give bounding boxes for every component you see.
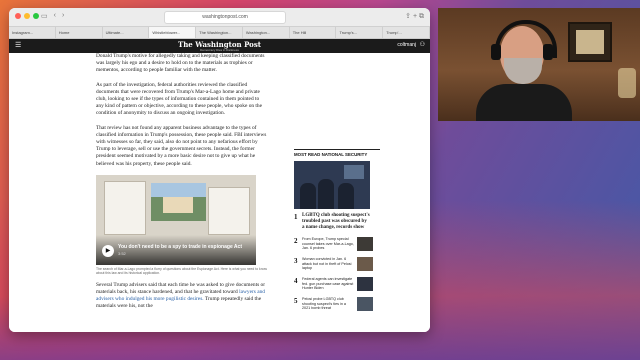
story-thumbnail[interactable]	[357, 237, 373, 251]
browser-tab[interactable]: The Hill	[290, 27, 337, 38]
story-rank: 2	[294, 237, 298, 245]
address-bar[interactable]: washingtonpost.com	[164, 11, 286, 24]
story-headline[interactable]: Federal agents can investigate fed. gun …	[302, 277, 354, 291]
nav-controls: ▭ ‹ ›	[41, 12, 64, 20]
sidebar-story[interactable]: 3 Woman convicted in Jan. 6 attack but n…	[294, 257, 380, 271]
story-headline[interactable]: Pelosi probe LGBTQ club shooting suspect…	[302, 297, 354, 311]
tab-bar: Instagram... Home Ultimate... Whistleblo…	[9, 27, 430, 39]
share-icon[interactable]: ⇪	[405, 13, 411, 20]
story-rank: 4	[294, 277, 298, 285]
forward-icon[interactable]: ›	[62, 12, 64, 20]
article-paragraph: As part of the investigation, federal au…	[96, 81, 263, 117]
presenter-beard	[504, 58, 542, 84]
video-title: You don't need to be a spy to trade in e…	[118, 243, 242, 250]
minimize-window-button[interactable]	[24, 13, 30, 19]
sidebar-heading: MOST READ NATIONAL SECURITY	[294, 149, 380, 157]
sidebar-hero-image[interactable]	[294, 161, 370, 209]
browser-tab[interactable]: Trump'...	[383, 27, 430, 38]
story-rank: 3	[294, 257, 298, 265]
sidebar-story[interactable]: 1 LGBTQ club shooting suspect's troubled…	[294, 213, 380, 231]
wall-picture	[568, 22, 612, 62]
story-headline[interactable]: From Europe, Trump special counsel takes…	[302, 237, 354, 251]
new-tab-icon[interactable]: +	[413, 13, 417, 20]
browser-tab[interactable]: Trump's...	[336, 27, 384, 38]
browser-tab[interactable]: The Washington...	[196, 27, 243, 38]
browser-tab[interactable]: Instagram...	[9, 27, 56, 38]
webcam-overlay	[438, 8, 640, 121]
headset-earcup	[491, 44, 501, 60]
browser-tab[interactable]: Washington...	[243, 27, 290, 38]
mar-a-lago-photo	[151, 182, 206, 221]
article-paragraph: Several Trump advisers said that each ti…	[96, 282, 268, 311]
lamp	[618, 68, 636, 98]
browser-tab[interactable]: Home	[56, 27, 103, 38]
browser-tab-active[interactable]: Whistleblower...	[149, 27, 197, 38]
close-window-button[interactable]	[15, 13, 21, 19]
back-icon[interactable]: ‹	[54, 12, 56, 20]
story-headline[interactable]: LGBTQ club shooting suspect's troubled p…	[302, 213, 370, 231]
sidebar-story[interactable]: 4 Federal agents can investigate fed. gu…	[294, 277, 380, 291]
video-player[interactable]: ▶ You don't need to be a spy to trade in…	[96, 174, 256, 265]
story-headline[interactable]: Woman convicted in Jan. 6 attack but not…	[302, 257, 354, 271]
video-caption: The search of Mar-a-Lago prompted a flur…	[96, 266, 267, 276]
site-header: ☰ The Washington Post Democracy Dies in …	[9, 39, 430, 53]
article-paragraph: That review has not found any apparent b…	[96, 124, 267, 167]
story-thumbnail[interactable]	[357, 277, 373, 291]
video-duration: 3:52	[118, 250, 126, 256]
sidebar-toggle-icon[interactable]: ▭	[41, 12, 48, 20]
presenter-body	[476, 84, 572, 121]
article-body: Donald Trump's motive for allegedly taki…	[96, 53, 268, 317]
toolbar-right: ⇪ + ⧉	[405, 12, 424, 21]
story-thumbnail[interactable]	[357, 257, 373, 271]
play-icon[interactable]: ▶	[102, 244, 114, 257]
sidebar-story[interactable]: 5 Pelosi probe LGBTQ club shooting suspe…	[294, 297, 380, 311]
article-paragraph: Donald Trump's motive for allegedly taki…	[96, 53, 265, 74]
site-tagline: Democracy Dies in Darkness	[200, 48, 239, 52]
zoom-window-button[interactable]	[33, 13, 39, 19]
tab-overview-icon[interactable]: ⧉	[419, 13, 424, 20]
story-thumbnail[interactable]	[357, 297, 373, 311]
sidebar-story[interactable]: 2 From Europe, Trump special counsel tak…	[294, 237, 380, 251]
account-icon[interactable]: ⚇	[420, 41, 425, 48]
story-rank: 5	[294, 297, 298, 305]
window-controls	[15, 13, 39, 19]
account-name[interactable]: coltmanj	[397, 42, 416, 48]
document-image	[104, 180, 146, 235]
most-read-sidebar: MOST READ NATIONAL SECURITY 1 LGBTQ club…	[294, 149, 380, 317]
browser-window: ▭ ‹ › washingtonpost.com ⇪ + ⧉ Instagram…	[9, 8, 430, 332]
story-rank: 1	[294, 213, 298, 221]
document-image	[208, 186, 250, 235]
article-page: Donald Trump's motive for allegedly taki…	[9, 53, 430, 332]
headset-earcup	[543, 44, 553, 60]
browser-titlebar: ▭ ‹ › washingtonpost.com ⇪ + ⧉	[9, 8, 430, 27]
browser-tab[interactable]: Ultimate...	[103, 27, 150, 38]
